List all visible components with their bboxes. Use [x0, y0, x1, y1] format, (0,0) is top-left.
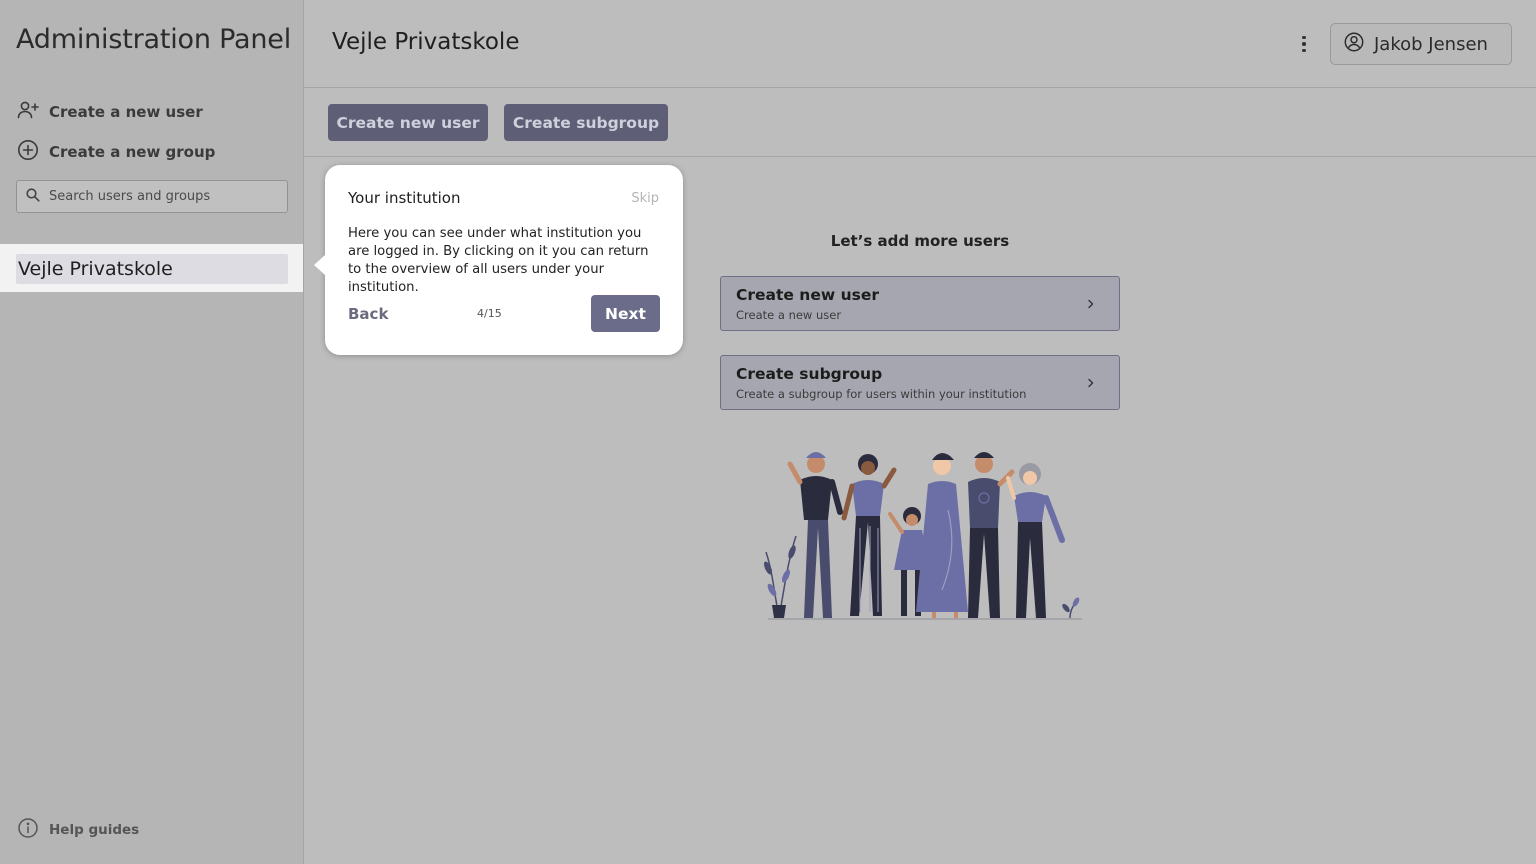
app-title: Administration Panel — [16, 24, 291, 55]
search-field[interactable] — [16, 180, 288, 213]
card-title: Create new user — [736, 286, 879, 304]
create-group-link[interactable]: Create a new group — [16, 138, 215, 166]
tour-next-button[interactable]: Next — [591, 295, 660, 332]
top-header: Vejle Privatskole Jakob Jensen — [304, 0, 1536, 88]
user-menu-button[interactable]: Jakob Jensen — [1330, 23, 1512, 65]
create-subgroup-button[interactable]: Create subgroup — [504, 104, 668, 141]
info-icon — [16, 816, 40, 844]
create-new-user-button[interactable]: Create new user — [328, 104, 488, 141]
chevron-right-icon — [1088, 378, 1094, 388]
search-icon — [25, 187, 41, 207]
create-subgroup-card[interactable]: Create subgroup Create a subgroup for us… — [720, 355, 1120, 410]
page-title: Vejle Privatskole — [332, 29, 520, 55]
card-subtitle: Create a new user — [736, 308, 842, 322]
help-guides-link[interactable]: Help guides — [16, 816, 139, 844]
tour-step-counter: 4/15 — [477, 307, 502, 320]
people-illustration — [763, 452, 1082, 620]
action-toolbar: Create new user Create subgroup — [304, 88, 1536, 157]
card-subtitle: Create a subgroup for users within your … — [736, 387, 1027, 401]
tour-skip-button[interactable]: Skip — [631, 191, 659, 206]
create-user-label: Create a new user — [49, 103, 203, 121]
create-user-card[interactable]: Create new user Create a new user — [720, 276, 1120, 331]
institution-item[interactable]: Vejle Privatskole — [16, 254, 288, 284]
more-vertical-icon[interactable] — [1294, 32, 1314, 56]
user-name: Jakob Jensen — [1374, 33, 1488, 55]
plus-circle-icon — [16, 138, 40, 166]
tour-title: Your institution — [348, 189, 461, 207]
tour-body: Here you can see under what institution … — [348, 226, 649, 295]
search-input[interactable] — [49, 189, 269, 204]
tour-popover: Your institution Skip Here you can see u… — [314, 165, 683, 355]
create-user-link[interactable]: Create a new user — [16, 98, 203, 126]
chevron-right-icon — [1088, 299, 1094, 309]
create-group-label: Create a new group — [49, 143, 216, 161]
help-guides-label: Help guides — [49, 822, 140, 838]
card-title: Create subgroup — [736, 365, 883, 383]
tour-back-button[interactable]: Back — [348, 305, 388, 323]
person-add-icon — [16, 98, 40, 126]
account-circle-icon — [1343, 31, 1365, 58]
sidebar: Administration Panel Create a new user C… — [0, 0, 304, 864]
empty-state-heading: Let’s add more users — [830, 232, 1010, 250]
popover-arrow — [314, 255, 325, 275]
institution-row: Vejle Privatskole — [0, 244, 303, 292]
